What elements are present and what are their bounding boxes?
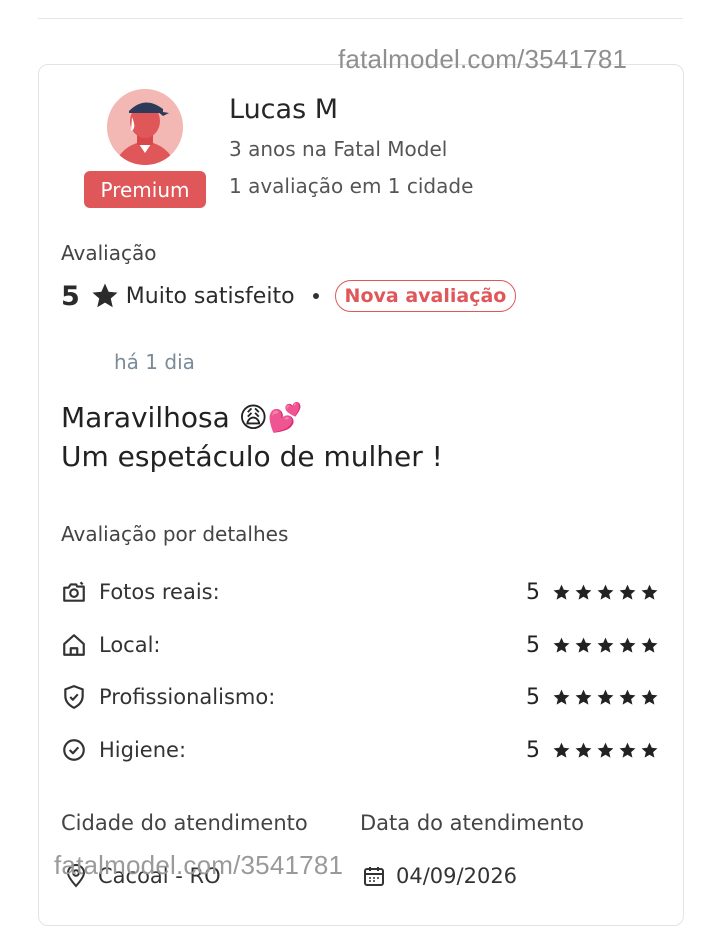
star-icon xyxy=(641,742,658,758)
star-icon xyxy=(619,637,636,653)
camera-icon xyxy=(63,581,85,602)
star-icon xyxy=(575,637,592,653)
home-icon xyxy=(63,634,85,656)
detail-label: Higiene: xyxy=(99,738,187,762)
review-text: Maravilhosa 😩💕 Um espetáculo de mulher ! xyxy=(61,398,443,476)
check-circle-icon xyxy=(63,739,85,761)
detail-stars xyxy=(552,688,659,707)
avatar-illustration xyxy=(107,89,183,165)
detail-label: Local: xyxy=(99,633,161,657)
detail-row-local: Local: 5 xyxy=(61,630,659,660)
rating-score: 5 xyxy=(61,280,80,312)
review-line-2: Um espetáculo de mulher ! xyxy=(61,440,443,473)
star-icon xyxy=(641,689,658,705)
star-icon xyxy=(575,742,592,758)
detail-score: 5 xyxy=(526,632,540,658)
user-name[interactable]: Lucas M xyxy=(229,94,338,125)
watermark-top: fatalmodel.com/3541781 xyxy=(338,44,628,74)
avatar[interactable] xyxy=(107,89,183,165)
star-icon xyxy=(553,584,570,600)
detail-row-fotos-reais: Fotos reais: 5 xyxy=(61,577,659,607)
detail-label: Profissionalismo: xyxy=(99,685,276,709)
premium-badge: Premium xyxy=(84,171,206,208)
star-icon xyxy=(641,637,658,653)
detail-stars xyxy=(552,741,659,760)
detail-stars xyxy=(552,583,659,602)
shield-check-icon xyxy=(64,685,84,709)
separator-dot xyxy=(312,293,319,299)
star-icon xyxy=(597,637,614,653)
star-icon xyxy=(619,584,636,600)
star-icon xyxy=(597,742,614,758)
detail-score: 5 xyxy=(526,737,540,763)
star-icon xyxy=(553,637,570,653)
detail-row-higiene: Higiene: 5 xyxy=(61,735,659,765)
star-icon xyxy=(92,283,118,308)
detail-score: 5 xyxy=(526,684,540,710)
date-label: Data do atendimento xyxy=(360,811,584,835)
new-review-tag: Nova avaliação xyxy=(334,280,517,312)
city-label: Cidade do atendimento xyxy=(61,811,308,835)
star-icon xyxy=(575,689,592,705)
detail-score: 5 xyxy=(526,579,540,605)
detail-stars xyxy=(552,636,659,655)
rating-text: Muito satisfeito xyxy=(125,283,295,309)
star-icon xyxy=(597,584,614,600)
rating-section-label: Avaliação xyxy=(61,241,157,265)
star-icon xyxy=(619,689,636,705)
star-icon xyxy=(575,584,592,600)
user-tenure: 3 anos na Fatal Model xyxy=(229,137,448,161)
star-icon xyxy=(597,689,614,705)
rating-row: 5 Muito satisfeito Nova avaliação xyxy=(61,279,517,313)
star-icon xyxy=(553,689,570,705)
star-icon xyxy=(619,742,636,758)
watermark-bottom: fatalmodel.com/3541781 xyxy=(54,850,344,880)
star-icon xyxy=(553,742,570,758)
detail-row-profissionalismo: Profissionalismo: 5 xyxy=(61,682,659,712)
user-reviews-summary: 1 avaliação em 1 cidade xyxy=(229,174,474,198)
date-value: 04/09/2026 xyxy=(396,864,518,888)
star-icon xyxy=(641,584,658,600)
detail-label: Fotos reais: xyxy=(99,580,220,604)
top-divider xyxy=(38,18,683,19)
details-title: Avaliação por detalhes xyxy=(61,522,289,546)
calendar-icon xyxy=(364,867,384,886)
date-value-row: 04/09/2026 xyxy=(362,864,517,888)
review-line-1: Maravilhosa 😩💕 xyxy=(61,401,303,434)
review-time-ago: há 1 dia xyxy=(114,350,195,374)
